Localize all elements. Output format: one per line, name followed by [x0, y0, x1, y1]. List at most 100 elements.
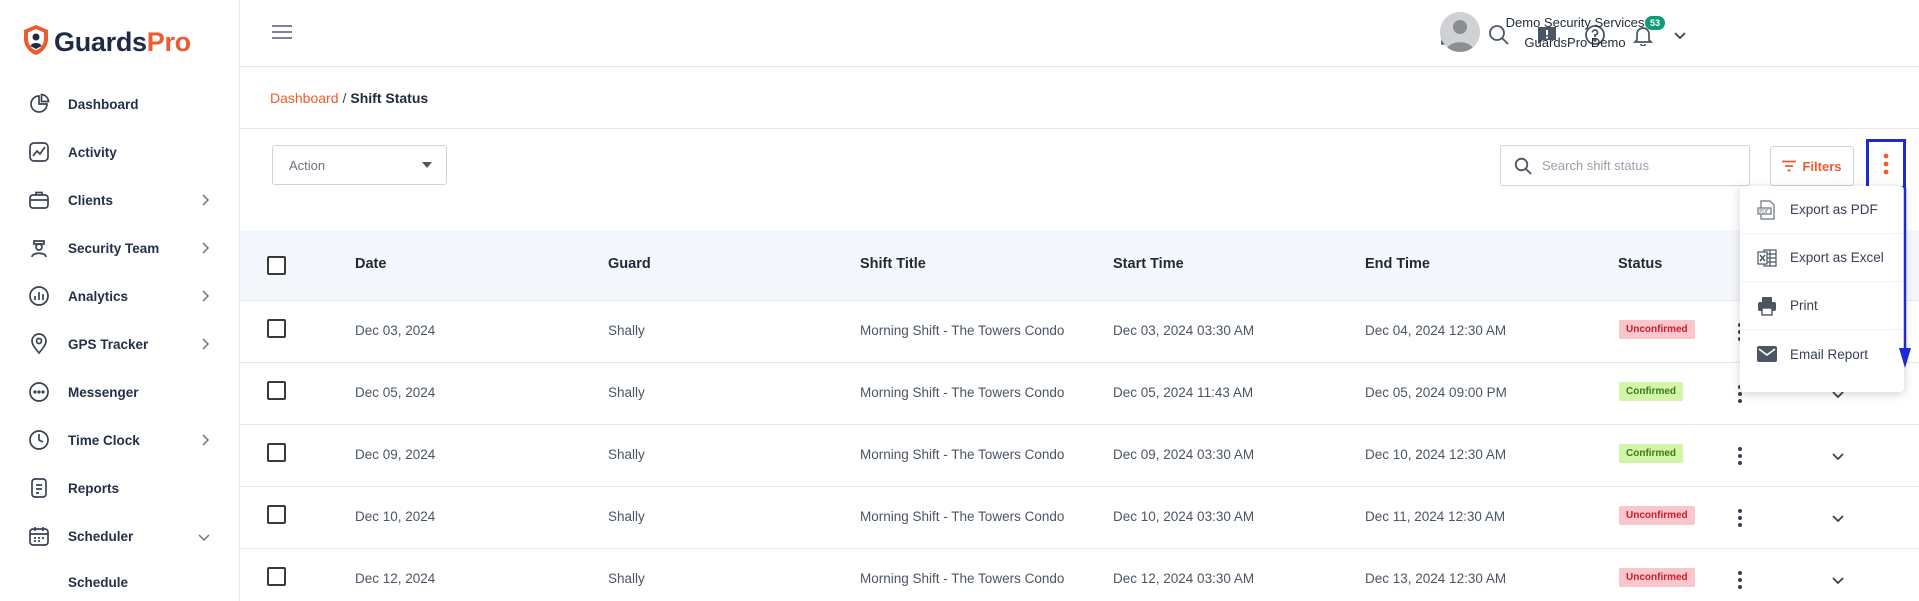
sidebar-item-label: Messenger — [68, 384, 139, 400]
menu-item-export-pdf[interactable]: PDF Export as PDF — [1740, 186, 1904, 234]
chevron-right-icon — [200, 193, 210, 211]
hamburger-menu-icon[interactable] — [272, 24, 292, 45]
status-badge: Confirmed — [1619, 382, 1683, 401]
breadcrumb-dashboard-link[interactable]: Dashboard — [270, 90, 339, 106]
page-title: Shift Status — [350, 90, 429, 106]
column-header-guard[interactable]: Guard — [608, 256, 651, 272]
sidebar-item-label: Clients — [68, 192, 114, 208]
action-select[interactable]: Action — [272, 145, 447, 185]
export-menu-button[interactable] — [1866, 139, 1906, 189]
row-kebab-menu-icon[interactable] — [1734, 506, 1746, 530]
table-row[interactable]: Dec 12, 2024 Shally Morning Shift - The … — [240, 549, 1919, 601]
row-kebab-menu-icon[interactable] — [1734, 444, 1746, 468]
sidebar-item-label: Analytics — [68, 288, 129, 304]
chevron-right-icon — [200, 289, 210, 307]
cell-shift-title: Morning Shift - The Towers Condo — [860, 323, 1065, 338]
cell-start-time: Dec 09, 2024 03:30 AM — [1113, 447, 1255, 462]
action-select-value: Action — [289, 157, 326, 173]
logo[interactable]: GuardsPro — [22, 24, 191, 61]
row-checkbox[interactable] — [267, 505, 286, 524]
cell-end-time: Dec 05, 2024 09:00 PM — [1365, 385, 1507, 400]
cell-start-time: Dec 05, 2024 11:43 AM — [1113, 385, 1254, 400]
row-kebab-menu-icon[interactable] — [1734, 568, 1746, 592]
menu-item-print[interactable]: Print — [1740, 282, 1904, 330]
export-dropdown-menu: PDF Export as PDF Export as Excel Print … — [1740, 186, 1904, 392]
menu-item-email-report[interactable]: Email Report — [1740, 330, 1904, 378]
caret-down-icon — [422, 162, 432, 168]
sidebar-subitem-schedule[interactable]: Schedule — [0, 560, 240, 601]
status-badge: Unconfirmed — [1619, 568, 1695, 587]
cell-end-time: Dec 11, 2024 12:30 AM — [1365, 509, 1506, 524]
sidebar-item-dashboard[interactable]: Dashboard — [0, 80, 240, 128]
printer-icon — [1756, 295, 1778, 317]
table-row[interactable]: Dec 05, 2024 Shally Morning Shift - The … — [240, 363, 1919, 425]
menu-item-export-excel[interactable]: Export as Excel — [1740, 234, 1904, 282]
search-input[interactable] — [1542, 158, 1732, 173]
sidebar-item-label: Time Clock — [68, 432, 140, 448]
kebab-menu-icon — [1883, 153, 1889, 175]
chevron-down-icon[interactable] — [1673, 28, 1687, 46]
avatar[interactable] — [1440, 12, 1480, 52]
row-checkbox[interactable] — [267, 319, 286, 338]
row-checkbox[interactable] — [267, 381, 286, 400]
map-pin-icon — [26, 331, 52, 357]
column-header-status[interactable]: Status — [1618, 256, 1662, 272]
sidebar-item-label: Security Team — [68, 240, 160, 256]
table-row[interactable]: Dec 09, 2024 Shally Morning Shift - The … — [240, 425, 1919, 487]
select-all-checkbox[interactable] — [267, 256, 286, 275]
divider — [240, 128, 1919, 129]
filters-label: Filters — [1802, 158, 1842, 174]
search-box — [1500, 145, 1750, 186]
sidebar: GuardsPro Dashboard Activity Clients Sec… — [0, 0, 240, 601]
row-checkbox[interactable] — [267, 567, 286, 586]
analytics-icon — [26, 283, 52, 309]
user-name: Demo Security Services — [1505, 15, 1645, 30]
sidebar-item-time-clock[interactable]: Time Clock — [0, 416, 240, 464]
annotation-arrow-icon — [1898, 188, 1912, 375]
cell-start-time: Dec 10, 2024 03:30 AM — [1113, 509, 1255, 524]
sidebar-item-security-team[interactable]: Security Team — [0, 224, 240, 272]
chevron-right-icon — [200, 337, 210, 355]
sidebar-item-scheduler[interactable]: Scheduler — [0, 512, 240, 560]
expand-row-chevron-icon[interactable] — [1831, 573, 1845, 591]
breadcrumb-separator: / — [342, 90, 347, 106]
sidebar-item-analytics[interactable]: Analytics — [0, 272, 240, 320]
expand-row-chevron-icon[interactable] — [1831, 511, 1845, 529]
table-row[interactable]: Dec 10, 2024 Shally Morning Shift - The … — [240, 487, 1919, 549]
sidebar-item-gps-tracker[interactable]: GPS Tracker — [0, 320, 240, 368]
table-row[interactable]: Dec 03, 2024 Shally Morning Shift - The … — [240, 301, 1919, 363]
cell-guard: Shally — [608, 385, 645, 400]
sidebar-item-messenger[interactable]: Messenger — [0, 368, 240, 416]
chevron-down-icon — [198, 529, 210, 547]
row-checkbox[interactable] — [267, 443, 286, 462]
filters-button[interactable]: Filters — [1770, 146, 1854, 186]
sidebar-subitem-label: Schedule — [68, 574, 129, 590]
sidebar-item-clients[interactable]: Clients — [0, 176, 240, 224]
calendar-icon — [26, 523, 52, 549]
menu-item-label: Email Report — [1790, 346, 1869, 362]
cell-shift-title: Morning Shift - The Towers Condo — [860, 571, 1065, 586]
column-header-start-time[interactable]: Start Time — [1113, 256, 1184, 272]
briefcase-icon — [26, 187, 52, 213]
column-header-shift-title[interactable]: Shift Title — [860, 256, 926, 272]
status-badge: Confirmed — [1619, 444, 1683, 463]
cell-guard: Shally — [608, 571, 645, 586]
search-icon — [1514, 157, 1532, 175]
excel-icon — [1756, 247, 1778, 269]
cell-shift-title: Morning Shift - The Towers Condo — [860, 447, 1065, 462]
column-header-date[interactable]: Date — [355, 256, 386, 272]
expand-row-chevron-icon[interactable] — [1831, 449, 1845, 467]
chat-icon — [26, 379, 52, 405]
status-badge: Unconfirmed — [1619, 320, 1695, 339]
logo-text: GuardsPro — [54, 27, 191, 57]
sidebar-item-reports[interactable]: Reports — [0, 464, 240, 512]
cell-shift-title: Morning Shift - The Towers Condo — [860, 385, 1065, 400]
menu-item-label: Print — [1790, 298, 1818, 313]
sidebar-item-activity[interactable]: Activity — [0, 128, 240, 176]
status-badge: Unconfirmed — [1619, 506, 1695, 525]
cell-guard: Shally — [608, 447, 645, 462]
cell-end-time: Dec 10, 2024 12:30 AM — [1365, 447, 1507, 462]
reports-icon — [26, 475, 52, 501]
dashboard-icon — [26, 91, 52, 117]
column-header-end-time[interactable]: End Time — [1365, 256, 1430, 272]
